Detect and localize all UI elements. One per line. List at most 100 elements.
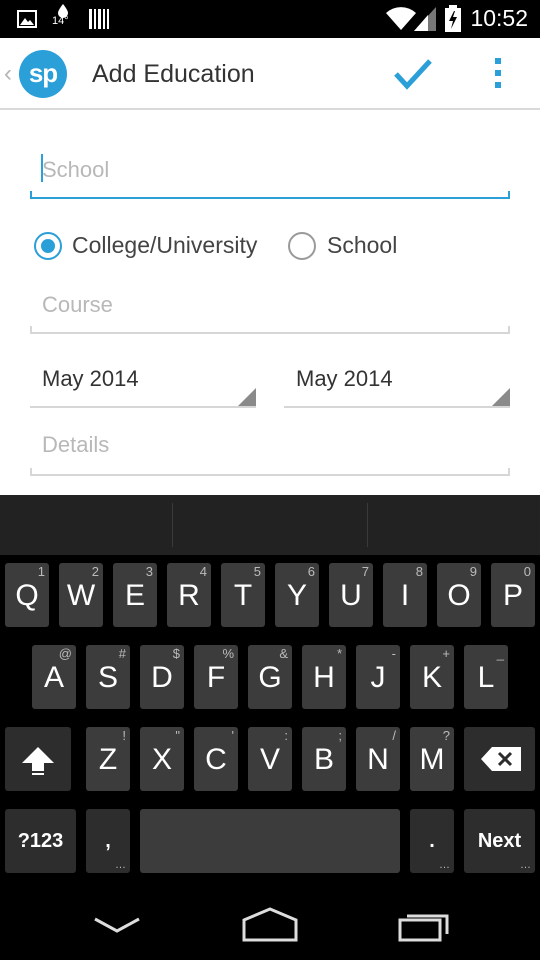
key-n[interactable]: / N: [356, 727, 400, 791]
key-label: B: [313, 743, 334, 776]
key-hint: $: [172, 646, 180, 661]
school-field[interactable]: School: [30, 140, 510, 200]
dropdown-corner-icon: [492, 388, 510, 406]
key-i[interactable]: 8I: [383, 563, 427, 627]
key-j[interactable]: -J: [356, 645, 400, 709]
signal-icon: [414, 7, 436, 31]
key-hint: 6: [307, 564, 315, 579]
key-x[interactable]: " X: [140, 727, 184, 791]
key-label: R: [178, 579, 200, 612]
key-k[interactable]: + K: [410, 645, 454, 709]
key-label: V: [259, 743, 280, 776]
shift-arrow-icon: [22, 747, 54, 775]
course-placeholder: Course: [42, 292, 113, 317]
wifi-icon: [386, 7, 416, 30]
key-hint: 3: [145, 564, 153, 579]
school-underline: [30, 197, 510, 199]
key-a[interactable]: @ A: [32, 645, 76, 709]
back-down-chevron-icon[interactable]: [92, 916, 142, 936]
key-g[interactable]: & G: [248, 645, 292, 709]
dropdown-corner-icon: [238, 388, 256, 406]
key-m[interactable]: ? M: [410, 727, 454, 791]
app-logo[interactable]: sp: [19, 50, 67, 98]
key-hint: 4: [199, 564, 207, 579]
key-d[interactable]: $ D: [140, 645, 184, 709]
key-label: ?123: [17, 830, 64, 852]
key-hint: :: [284, 728, 288, 743]
key-e[interactable]: 3E: [113, 563, 157, 627]
shift-key[interactable]: [5, 727, 71, 791]
key-hint: 2: [91, 564, 99, 579]
key-w[interactable]: 2W: [59, 563, 103, 627]
space-key[interactable]: [140, 809, 400, 873]
key-o[interactable]: 9O: [437, 563, 481, 627]
barcode-icon: [89, 9, 109, 29]
key-label: G: [258, 661, 282, 694]
key-y[interactable]: 6Y: [275, 563, 319, 627]
key-z[interactable]: ! Z: [86, 727, 130, 791]
save-check-icon[interactable]: [393, 56, 433, 92]
key-r[interactable]: 4R: [167, 563, 211, 627]
key-u[interactable]: 7U: [329, 563, 373, 627]
comma-key[interactable]: ,…: [86, 809, 130, 873]
next-key[interactable]: Next…: [464, 809, 535, 873]
more-dots: …: [115, 859, 126, 871]
key-hint: _: [496, 646, 504, 661]
start-date-spinner[interactable]: May 2014: [30, 360, 256, 408]
details-field[interactable]: Details: [30, 422, 510, 478]
course-field[interactable]: Course: [30, 280, 510, 336]
overflow-menu-icon[interactable]: [490, 56, 506, 92]
key-q[interactable]: 1Q: [5, 563, 49, 627]
key-label: ,: [105, 830, 111, 852]
key-s[interactable]: # S: [86, 645, 130, 709]
school-placeholder: School: [42, 157, 110, 182]
key-v[interactable]: :V: [248, 727, 292, 791]
spinner-underline: [284, 406, 510, 408]
underline-tick-right: [508, 191, 510, 199]
college-university-radio[interactable]: [34, 232, 62, 260]
college-university-label[interactable]: College/University: [72, 232, 257, 259]
end-date-spinner[interactable]: May 2014: [284, 360, 510, 408]
key-label: P: [502, 579, 523, 612]
key-hint: 9: [469, 564, 477, 579]
school-radio[interactable]: [288, 232, 316, 260]
backspace-key[interactable]: [464, 727, 535, 791]
key-hint: 0: [523, 564, 531, 579]
key-p[interactable]: 0P: [491, 563, 535, 627]
more-dots: …: [439, 859, 450, 871]
gallery-icon: [17, 10, 37, 28]
key-label: F: [206, 661, 226, 694]
key-f[interactable]: % F: [194, 645, 238, 709]
key-hint: 7: [361, 564, 369, 579]
recent-apps-icon[interactable]: [397, 908, 453, 942]
battery-charging-icon: [445, 5, 461, 32]
school-radio-label[interactable]: School: [327, 232, 397, 259]
key-t[interactable]: 5T: [221, 563, 265, 627]
key-hint: @: [58, 646, 72, 661]
key-label: N: [367, 743, 389, 776]
key-label: .: [429, 830, 435, 852]
key-label: E: [124, 579, 145, 612]
back-chevron-icon[interactable]: ‹: [4, 60, 12, 88]
key-c[interactable]: ' C: [194, 727, 238, 791]
key-label: M: [419, 743, 445, 776]
symbols-key[interactable]: ?123: [5, 809, 76, 873]
key-label: D: [151, 661, 173, 694]
key-l[interactable]: _ L: [464, 645, 508, 709]
home-icon[interactable]: [240, 906, 300, 942]
period-key[interactable]: .…: [410, 809, 454, 873]
key-hint: 1: [37, 564, 45, 579]
details-placeholder: Details: [42, 432, 110, 457]
key-hint: /: [392, 728, 396, 743]
key-label: Q: [15, 579, 39, 612]
key-hint: !: [122, 728, 126, 743]
suggestion-divider: [367, 503, 368, 547]
key-label: Z: [98, 743, 118, 776]
key-h[interactable]: * H: [302, 645, 346, 709]
education-form: School College/University School Course …: [0, 110, 540, 495]
spinner-underline: [30, 406, 256, 408]
key-label: I: [400, 579, 410, 612]
more-dots: …: [520, 859, 531, 871]
key-hint: ': [231, 728, 234, 743]
key-b[interactable]: ; B: [302, 727, 346, 791]
